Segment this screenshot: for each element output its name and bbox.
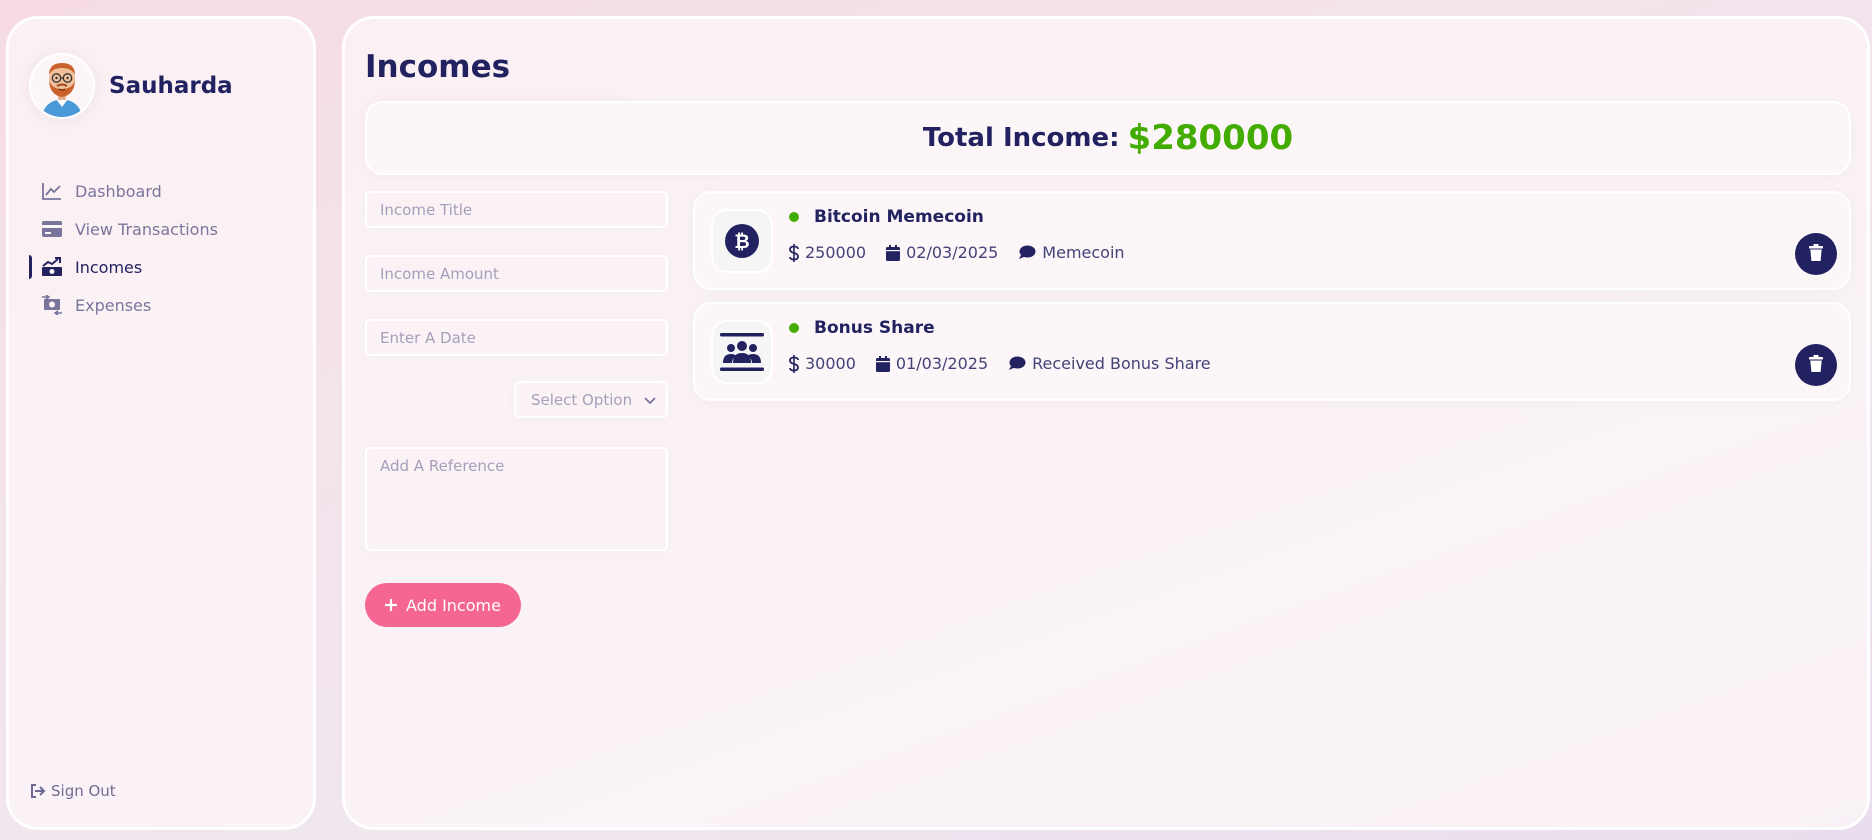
income-date-value: 02/03/2025 (906, 243, 999, 262)
total-income-box: Total Income: $280000 (365, 101, 1851, 175)
add-income-button[interactable]: Add Income (365, 583, 521, 627)
comment-icon (1018, 245, 1036, 260)
status-dot (789, 323, 799, 333)
income-description: Memecoin (1018, 243, 1125, 262)
income-title-row: Bonus Share (789, 318, 935, 338)
money-bill-trend-up-icon (41, 257, 63, 277)
sign-out-icon (29, 781, 47, 801)
sidebar-item-expenses[interactable]: Expenses (9, 286, 313, 324)
dollar-icon (789, 354, 799, 373)
income-date: 02/03/2025 (886, 243, 998, 262)
chevron-down-icon (644, 391, 656, 409)
income-item: ₿ Bitcoin Memecoin 250000 02/03/2025 Mem… (693, 191, 1851, 290)
page-title: Incomes (365, 49, 511, 85)
calendar-icon (886, 244, 901, 261)
sign-out-label: Sign Out (51, 782, 116, 800)
trash-icon (1809, 354, 1823, 376)
income-amount: 30000 (789, 354, 856, 373)
add-income-label: Add Income (406, 595, 501, 615)
income-title: Bitcoin Memecoin (814, 207, 984, 227)
user-name: Sauharda (109, 73, 233, 99)
delete-button[interactable] (1795, 233, 1837, 275)
chart-line-icon (41, 181, 63, 201)
sidebar-item-label: View Transactions (75, 219, 218, 239)
main-content: Incomes Total Income: $280000 Select Opt… (342, 16, 1870, 830)
sidebar-item-label: Incomes (75, 257, 143, 277)
sidebar-nav: Dashboard View Transactions Incomes Expe… (9, 172, 313, 324)
income-description: Received Bonus Share (1008, 354, 1211, 373)
income-amount-value: 30000 (805, 354, 856, 373)
total-income-amount: $280000 (1127, 118, 1294, 158)
dollar-icon (789, 243, 799, 262)
trash-icon (1809, 243, 1823, 265)
income-item: Bonus Share 30000 01/03/2025 Received Bo… (693, 302, 1851, 401)
total-income-label: Total Income: (922, 123, 1120, 153)
users-rectangle-icon (711, 320, 773, 384)
reference-textarea[interactable] (365, 447, 668, 551)
calendar-icon (875, 355, 890, 372)
sidebar-item-view-transactions[interactable]: View Transactions (9, 210, 313, 248)
income-description-value: Memecoin (1042, 243, 1125, 262)
credit-card-icon (41, 219, 63, 239)
income-title: Bonus Share (814, 318, 935, 338)
sidebar-item-label: Dashboard (75, 181, 162, 201)
income-title-row: Bitcoin Memecoin (789, 207, 984, 227)
sidebar-item-label: Expenses (75, 295, 152, 315)
income-date-input[interactable] (365, 319, 668, 356)
sidebar-item-dashboard[interactable]: Dashboard (9, 172, 313, 210)
income-title-input[interactable] (365, 191, 668, 228)
sidebar-item-incomes[interactable]: Incomes (9, 248, 313, 286)
income-date-value: 01/03/2025 (895, 354, 989, 373)
plus-icon (384, 595, 398, 615)
delete-button[interactable] (1795, 344, 1837, 386)
sidebar: Sauharda Dashboard View Transactions Inc… (6, 16, 316, 830)
sign-out-button[interactable]: Sign Out (29, 781, 116, 801)
income-amount-value: 250000 (805, 243, 867, 262)
user-profile: Sauharda (29, 53, 233, 119)
money-bill-transfer-icon (41, 295, 63, 315)
income-amount: 250000 (789, 243, 866, 262)
svg-text:₿: ₿ (734, 231, 749, 253)
bitcoin-icon: ₿ (711, 209, 773, 273)
category-select-label: Select Option (531, 390, 633, 409)
income-description-value: Received Bonus Share (1032, 354, 1211, 373)
avatar-illustration (42, 63, 82, 117)
category-select[interactable]: Select Option (514, 381, 668, 418)
comment-icon (1008, 356, 1026, 371)
income-date: 01/03/2025 (875, 354, 989, 373)
income-amount-input[interactable] (365, 255, 668, 292)
income-meta: 30000 01/03/2025 Received Bonus Share (789, 354, 1231, 373)
avatar[interactable] (29, 53, 95, 119)
status-dot (789, 212, 799, 222)
income-meta: 250000 02/03/2025 Memecoin (789, 243, 1145, 262)
